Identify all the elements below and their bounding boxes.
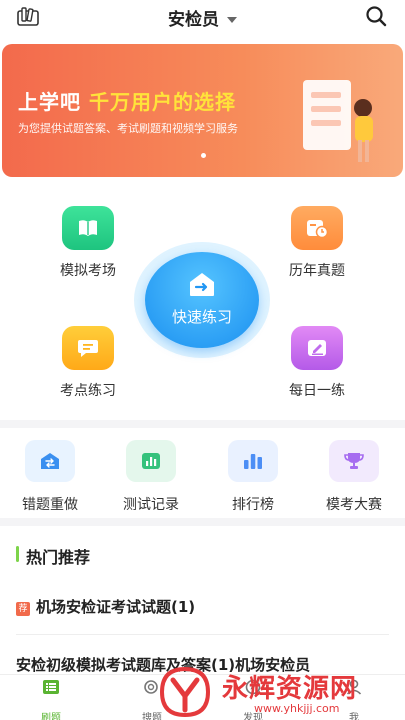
- edit-icon: [291, 326, 343, 370]
- tool-mock-contest[interactable]: 模考大赛: [309, 440, 399, 514]
- quick-practice-label: 快速练习: [171, 308, 232, 326]
- carousel-indicator[interactable]: [201, 153, 206, 158]
- trophy-icon: [329, 440, 379, 482]
- arrow-right-box-icon: [190, 273, 214, 296]
- recommend-badge: 荐: [16, 602, 30, 616]
- ranking-icon: [228, 440, 278, 482]
- tool-test-records[interactable]: 测试记录: [106, 440, 196, 514]
- banner-headline: 上学吧 千万用户的选择: [18, 86, 236, 115]
- list-divider: [16, 634, 389, 635]
- section-divider: [0, 420, 405, 428]
- hot-item[interactable]: 安检初级模拟考试题库及答案(1)机场安检员: [16, 654, 396, 675]
- feature-topic-practice[interactable]: 考点练习: [38, 326, 138, 400]
- chart-icon: [126, 440, 176, 482]
- tool-label: 模考大赛: [326, 497, 382, 513]
- nav-item-me[interactable]: 我: [324, 679, 384, 720]
- list-icon: [43, 680, 59, 694]
- feature-label: 考点练习: [60, 383, 116, 399]
- feature-past-papers[interactable]: 历年真题: [267, 206, 367, 280]
- feature-label: 每日一练: [289, 383, 345, 399]
- promo-banner[interactable]: 上学吧 千万用户的选择 为您提供试题答案、考试刷题和视频学习服务: [2, 44, 403, 177]
- tool-ranking[interactable]: 排行榜: [208, 440, 298, 514]
- quick-practice-button[interactable]: 快速练习: [145, 252, 259, 348]
- top-bar: 安检员: [0, 0, 405, 34]
- user-icon: [346, 679, 362, 695]
- banner-illustration: [303, 80, 373, 162]
- section-divider: [0, 518, 405, 526]
- feature-label: 历年真题: [289, 263, 345, 279]
- subject-selector[interactable]: 安检员: [0, 5, 405, 30]
- nav-label: 发现: [243, 713, 263, 720]
- caret-down-icon: [227, 17, 237, 23]
- feature-daily-practice[interactable]: 每日一练: [267, 326, 367, 400]
- nav-item-discover[interactable]: 发现: [223, 679, 283, 720]
- nav-label: 刷题: [41, 713, 61, 720]
- feature-label: 模拟考场: [60, 263, 116, 279]
- tool-label: 错题重做: [22, 497, 78, 513]
- tool-label: 排行榜: [232, 497, 274, 513]
- message-icon: [62, 326, 114, 370]
- tool-label: 测试记录: [123, 497, 179, 513]
- hot-item[interactable]: 荐机场安检证考试试题(1): [16, 596, 195, 617]
- book-icon: [62, 206, 114, 250]
- hot-item-title: 安检初级模拟考试题库及答案(1)机场安检员: [16, 656, 311, 674]
- nav-label: 搜题: [142, 713, 162, 720]
- banner-slogan: 千万用户的选择: [89, 90, 236, 114]
- feature-mock-exam[interactable]: 模拟考场: [38, 206, 138, 280]
- tool-wrong-questions[interactable]: 错题重做: [5, 440, 95, 514]
- redo-icon: [25, 440, 75, 482]
- hot-section-title: 热门推荐: [16, 544, 90, 568]
- nav-item-search[interactable]: 搜题: [122, 679, 182, 720]
- banner-brand: 上学吧: [18, 90, 81, 114]
- hot-item-title: 机场安检证考试试题(1): [36, 598, 196, 616]
- banner-subtitle: 为您提供试题答案、考试刷题和视频学习服务: [18, 122, 238, 135]
- calendar-clock-icon: [291, 206, 343, 250]
- tools-row: 错题重做 测试记录 排行榜 模考大赛: [0, 436, 405, 516]
- search-icon[interactable]: [365, 5, 387, 27]
- compass-icon: [245, 679, 261, 695]
- nav-item-practice[interactable]: 刷题: [21, 679, 81, 720]
- search-question-icon: [144, 680, 158, 694]
- nav-label: 我: [349, 713, 359, 720]
- practice-panel: 模拟考场 历年真题 考点练习 每日一练 快速练习: [0, 190, 405, 410]
- bottom-nav: 刷题 搜题 发现 我: [0, 674, 405, 720]
- page-title: 安检员: [168, 10, 219, 30]
